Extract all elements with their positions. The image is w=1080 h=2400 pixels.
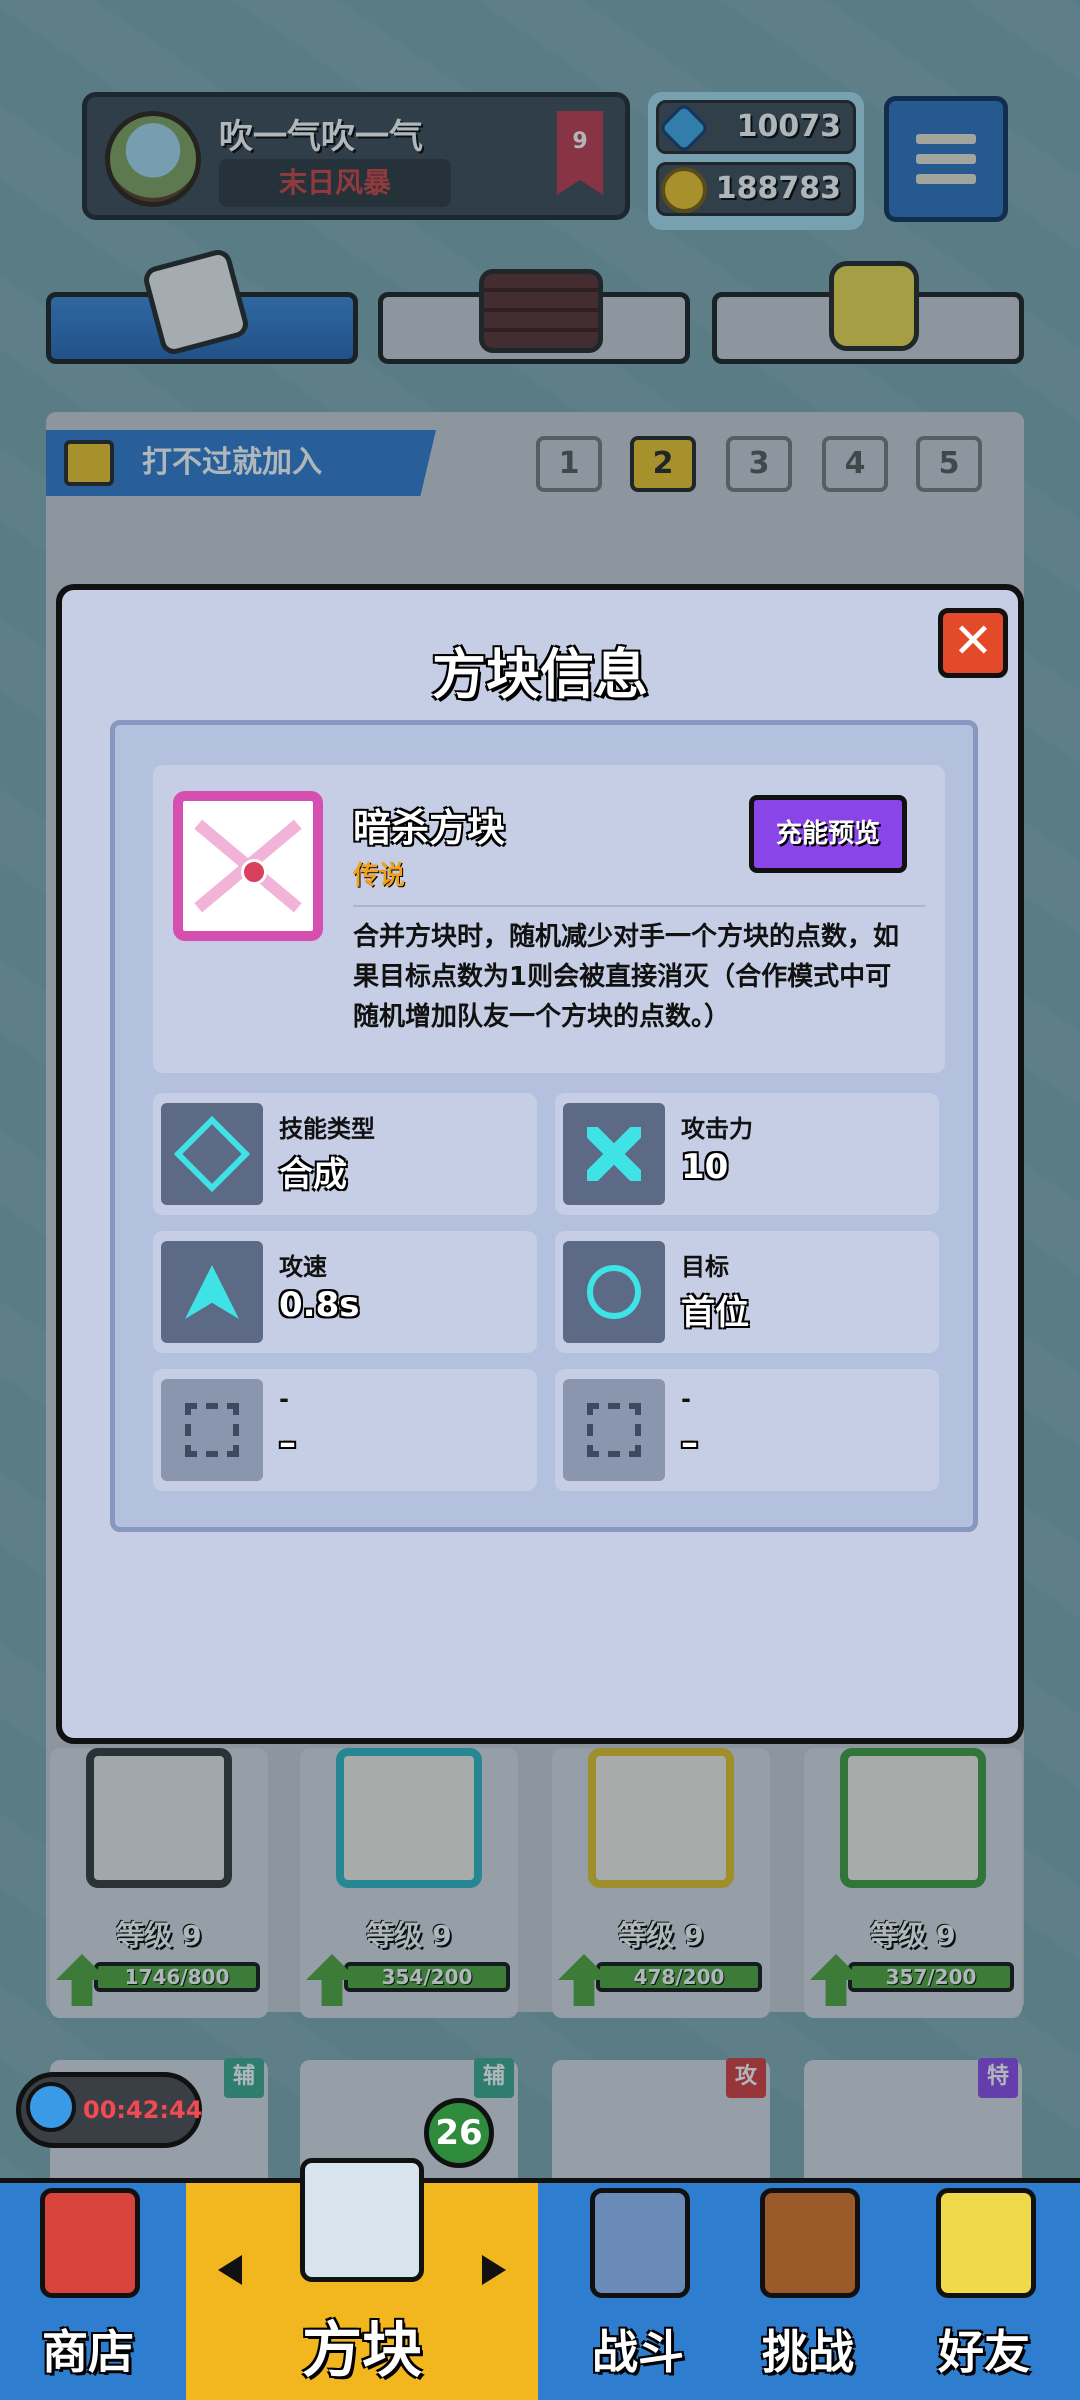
glyph <box>185 1403 239 1457</box>
glyph <box>587 1265 641 1319</box>
divider <box>353 905 925 907</box>
block-dot <box>241 859 267 885</box>
info-panel: 暗杀方块 传说 充能预览 合并方块时，随机减少对手一个方块的点数，如果目标点数为… <box>110 720 978 1532</box>
modal-title: 方块信息 <box>432 643 648 706</box>
stat-attack-speed: 攻速 0.8s <box>153 1231 537 1353</box>
block-info-modal: 方块信息 ✕ 暗杀方块 传说 充能预览 合并方块时，随机减少对手一个方块的点数，… <box>56 584 1024 1744</box>
block-description: 合并方块时，随机减少对手一个方块的点数，如果目标点数为1则会被直接消灭（合作模式… <box>353 922 900 1032</box>
stat-label: 目标 <box>681 1253 729 1281</box>
nav-label: 战斗 <box>592 2325 684 2379</box>
nav-label: 方块 <box>302 2316 422 2386</box>
rarity-label: 传说 <box>353 861 406 891</box>
close-button[interactable]: ✕ <box>938 608 1008 678</box>
nav-label: 好友 <box>938 2325 1030 2379</box>
stat-value: 0.8s <box>279 1285 360 1325</box>
stat-empty: - – <box>153 1369 537 1491</box>
nav-challenge[interactable]: 挑战 <box>720 2178 896 2400</box>
stat-label: - <box>681 1385 691 1413</box>
glyph <box>587 1127 641 1181</box>
stat-label: 攻击力 <box>681 1115 753 1143</box>
nav-blocks[interactable]: 方块 <box>186 2158 538 2400</box>
skill-type-icon <box>161 1103 263 1205</box>
stat-value: – <box>681 1423 698 1463</box>
shop-icon <box>40 2188 140 2298</box>
empty-slot-icon <box>161 1379 263 1481</box>
stat-label: - <box>279 1385 289 1413</box>
charge-preview-button[interactable]: 充能预览 <box>749 795 907 873</box>
stat-value: 首位 <box>681 1293 749 1333</box>
nav-shop[interactable]: 商店 <box>0 2178 176 2400</box>
clock-icon <box>26 2082 76 2132</box>
nav-friends[interactable]: 好友 <box>896 2178 1072 2400</box>
stat-skill-type: 技能类型 合成 <box>153 1093 537 1215</box>
stat-empty: - – <box>555 1369 939 1491</box>
glyph <box>185 1265 239 1319</box>
nav-label: 挑战 <box>762 2325 854 2379</box>
shield-icon <box>590 2188 690 2298</box>
stat-value: 合成 <box>279 1155 347 1195</box>
stat-value: 10 <box>681 1147 729 1187</box>
crossed-swords-icon <box>563 1103 665 1205</box>
block-summary: 暗杀方块 传说 充能预览 合并方块时，随机减少对手一个方块的点数，如果目标点数为… <box>153 765 945 1073</box>
mystery-block-icon <box>300 2158 424 2282</box>
attack-speed-icon <box>161 1241 263 1343</box>
glyph <box>173 1115 251 1193</box>
challenge-board-icon <box>760 2188 860 2298</box>
stat-target: 目标 首位 <box>555 1231 939 1353</box>
nav-label: 商店 <box>42 2325 134 2379</box>
assassin-block-icon <box>173 791 323 941</box>
block-name: 暗杀方块 <box>353 806 506 850</box>
target-icon <box>563 1241 665 1343</box>
empty-slot-icon <box>563 1379 665 1481</box>
friend-block-icon <box>936 2188 1036 2298</box>
block-count-badge: 26 <box>424 2098 494 2168</box>
stat-attack: 攻击力 10 <box>555 1093 939 1215</box>
stat-label: 技能类型 <box>279 1115 375 1143</box>
glyph <box>587 1403 641 1457</box>
stat-value: – <box>279 1423 296 1463</box>
stat-label: 攻速 <box>279 1253 327 1281</box>
nav-battle[interactable]: 战斗 <box>550 2178 726 2400</box>
